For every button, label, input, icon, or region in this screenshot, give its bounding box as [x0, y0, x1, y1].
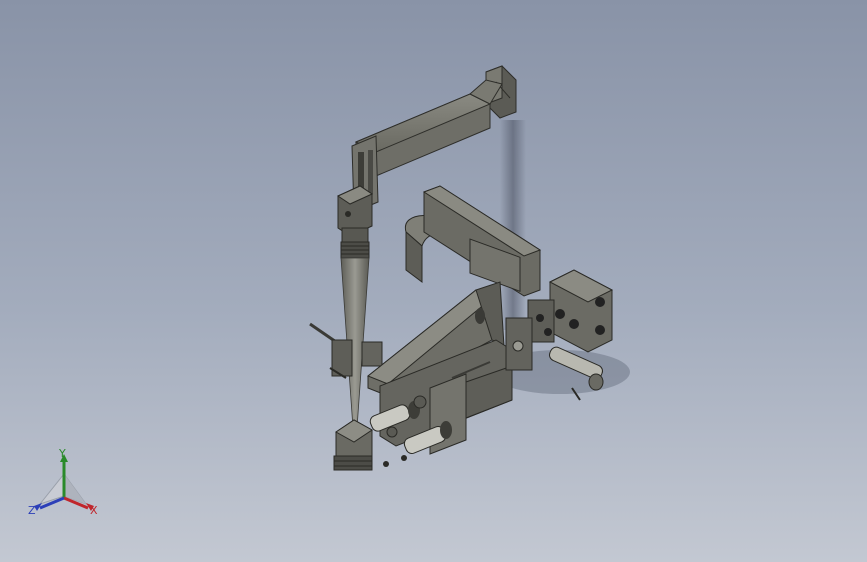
3d-assembly-model[interactable]	[0, 0, 867, 562]
support-shadow	[500, 120, 526, 330]
orientation-triad: Y X Z	[24, 448, 108, 524]
sensor-block	[333, 419, 373, 471]
cad-graphics-viewport[interactable]: Y X Z	[0, 0, 867, 562]
x-axis-label: X	[90, 504, 98, 517]
y-axis-label: Y	[59, 447, 66, 460]
camera-body	[336, 185, 374, 259]
arm-beam	[354, 79, 503, 177]
z-axis-label: Z	[28, 504, 36, 517]
